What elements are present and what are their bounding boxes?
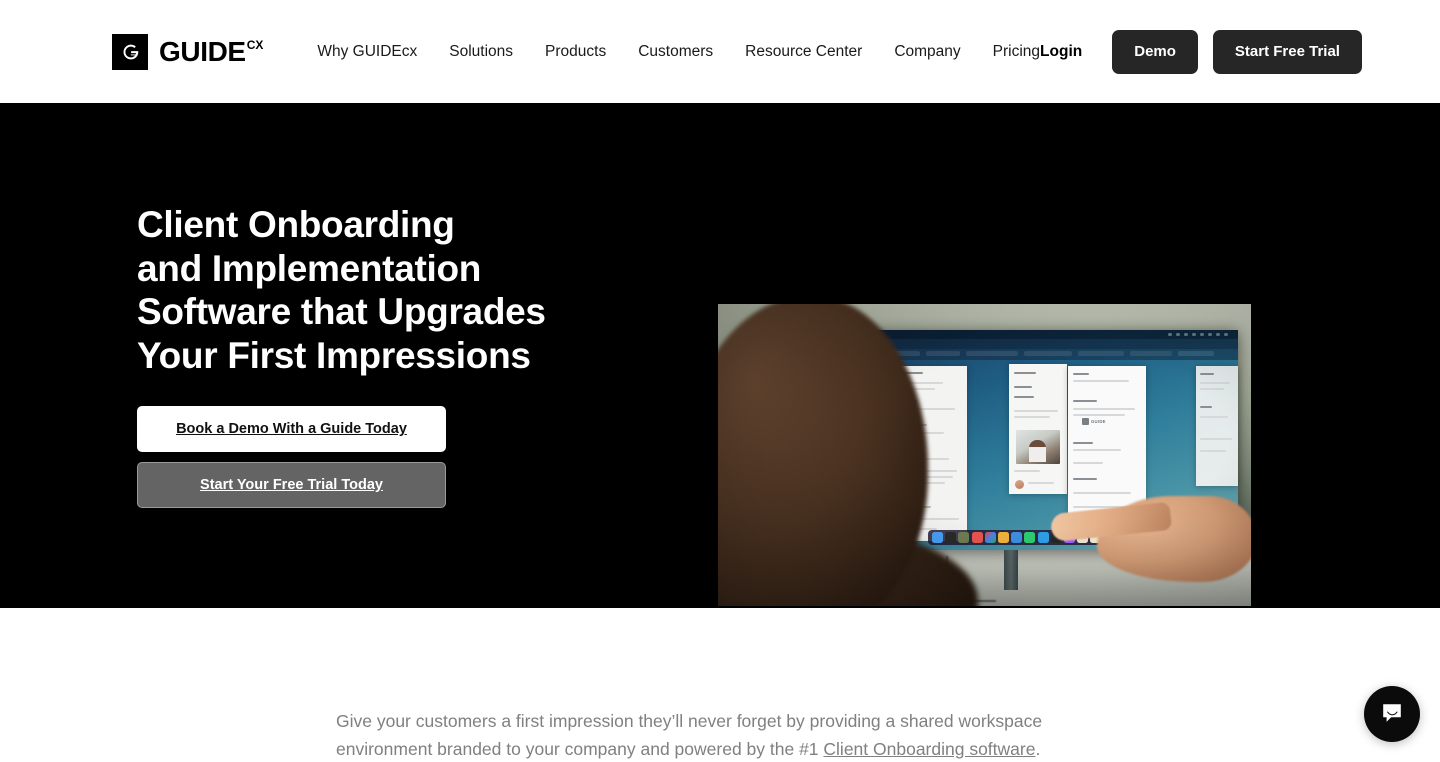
hero-copy: Client Onboarding and Implementation Sof… — [137, 203, 697, 508]
hero-media-image[interactable]: GUIDE — [718, 304, 1251, 606]
monitor-panel-photo — [1016, 430, 1060, 464]
intro-section: Give your customers a first impression t… — [0, 608, 1440, 762]
nav-item-why-guidecx[interactable]: Why GUIDEcx — [317, 42, 417, 62]
monitor-stand — [1004, 550, 1018, 590]
hero-inner: Client Onboarding and Implementation Sof… — [0, 103, 1440, 608]
site-header: GUIDE CX Why GUIDEcx Solutions Products … — [0, 0, 1440, 103]
main-navigation: Why GUIDEcx Solutions Products Customers… — [317, 42, 1040, 62]
guidecx-g-logo-icon — [112, 33, 148, 70]
brand-word: GUIDE — [159, 35, 246, 67]
chat-bubble-smile-icon — [1379, 700, 1405, 729]
nav-item-customers[interactable]: Customers — [638, 42, 713, 62]
login-link[interactable]: Login — [1040, 43, 1082, 61]
intro-paragraph-wrap: Give your customers a first impression t… — [336, 708, 1126, 762]
hero-heading-line-4: Your First Impressions — [137, 334, 531, 376]
hero-heading-line-1: Client Onboarding — [137, 204, 455, 245]
monitor-panel-far-right — [1196, 366, 1238, 486]
nav-item-products[interactable]: Products — [545, 42, 606, 62]
brand-superscript: CX — [246, 37, 264, 52]
client-onboarding-software-link[interactable]: Client Onboarding software — [823, 739, 1035, 759]
hero-heading-line-2: and Implementation — [137, 247, 482, 289]
nav-item-solutions[interactable]: Solutions — [449, 42, 513, 62]
nav-item-resource-center[interactable]: Resource Center — [745, 42, 862, 62]
hero-heading-line-3: Software that Upgrades — [137, 291, 546, 332]
header-actions: Login Demo Start Free Trial — [1040, 29, 1362, 74]
hero-cta-group: Book a Demo With a Guide Today Start You… — [137, 406, 446, 508]
hero-heading: Client Onboarding and Implementation Sof… — [137, 203, 697, 377]
book-a-demo-button[interactable]: Book a Demo With a Guide Today — [137, 406, 446, 452]
pointing-hand — [1047, 472, 1251, 592]
intro-text-part-2: . — [1035, 738, 1041, 759]
person-foreground — [718, 304, 978, 606]
hero-section: Client Onboarding and Implementation Sof… — [0, 103, 1440, 608]
monitor-guidecx-logo-icon: GUIDE — [1082, 418, 1106, 425]
brand-wordmark: GUIDE CX — [159, 35, 264, 67]
intro-paragraph: Give your customers a first impression t… — [336, 708, 1126, 762]
brand-logo-link[interactable]: GUIDE CX — [112, 33, 264, 70]
nav-item-pricing[interactable]: Pricing — [993, 42, 1040, 62]
chat-launcher-button[interactable] — [1364, 686, 1420, 742]
start-free-trial-button[interactable]: Start Free Trial — [1212, 29, 1362, 74]
hero-media-scene: GUIDE — [718, 304, 1251, 606]
monitor-guidecx-logo-text: GUIDE — [1091, 419, 1106, 424]
demo-button[interactable]: Demo — [1112, 29, 1198, 74]
start-your-free-trial-button[interactable]: Start Your Free Trial Today — [137, 462, 446, 508]
nav-item-company[interactable]: Company — [894, 42, 960, 62]
